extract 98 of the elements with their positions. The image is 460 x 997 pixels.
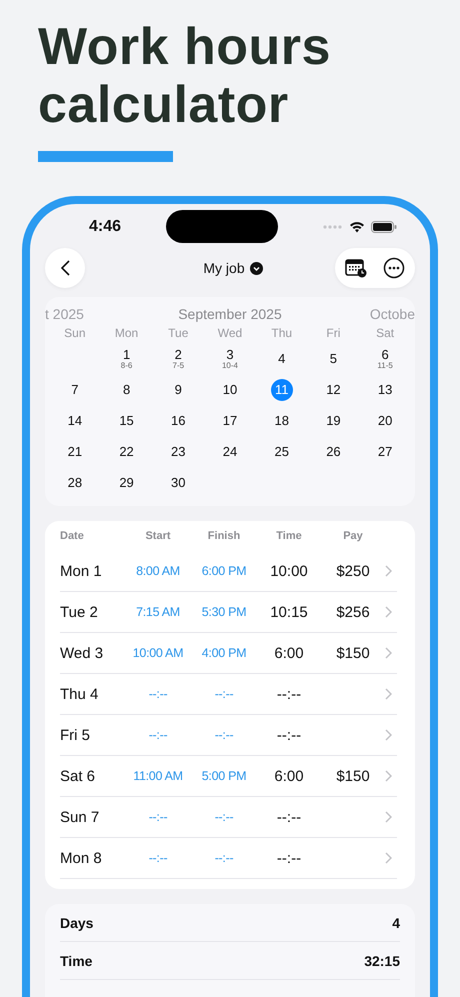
calendar-day[interactable]: 1 <box>122 347 130 361</box>
duration-cell-text: --:-- <box>276 850 302 866</box>
calendar-day[interactable]: 3 <box>226 347 234 361</box>
shift-row[interactable]: Sun 7 --:-- --:-- --:-- <box>60 797 397 838</box>
date-cell-text: Mon 8 <box>60 850 103 866</box>
pay-cell-text: $256 <box>335 604 371 620</box>
calendar-day[interactable]: 4 <box>278 352 286 366</box>
signal-icon <box>323 224 343 228</box>
date-cell-text: Wed 3 <box>60 644 104 662</box>
calendar-day[interactable]: 22 <box>119 444 134 458</box>
duration-cell-text: --:-- <box>276 726 302 744</box>
shift-hours: 7-5 <box>172 362 184 370</box>
column-header: Start <box>144 530 172 542</box>
shift-hours: 8-6 <box>120 362 132 370</box>
shift-row[interactable]: Fri 5 --:-- --:-- --:-- <box>60 715 397 756</box>
calendar-day[interactable]: 24 <box>222 444 238 458</box>
chevron-right-icon[interactable] <box>385 565 392 577</box>
duration-cell-text: 6:00 <box>273 768 305 784</box>
calendar-day[interactable]: 27 <box>378 444 392 458</box>
pay-cell-text: $150 <box>335 768 371 784</box>
wifi-icon <box>349 220 365 232</box>
calendar-clock-icon[interactable] <box>344 258 367 278</box>
summary-value: 32:15 <box>364 952 400 968</box>
chevron-right-icon[interactable] <box>385 606 392 618</box>
calendar-day[interactable]: 5 <box>330 352 338 366</box>
calendar-day[interactable]: 10 <box>222 382 238 396</box>
calendar-day[interactable]: 28 <box>68 476 82 490</box>
job-selector[interactable]: My job <box>203 260 263 276</box>
date-cell-text: Sun 7 <box>60 808 100 826</box>
chevron-right-icon[interactable] <box>385 688 392 700</box>
calendar-day[interactable]: 26 <box>326 444 341 458</box>
chevron-right-icon[interactable] <box>385 852 392 864</box>
shift-row[interactable]: Tue 2 7:15 AM 5:30 PM 10:15 $256 <box>60 592 397 633</box>
chevron-right-icon[interactable] <box>385 647 392 659</box>
duration-cell-text: --:-- <box>276 686 302 702</box>
shift-row[interactable]: Mon 8 --:-- --:-- --:-- <box>60 838 397 879</box>
weekday-label: Wed <box>216 325 244 342</box>
calendar-day[interactable]: 8 <box>122 382 130 396</box>
calendar-day[interactable]: 14 <box>68 414 82 428</box>
date-cell-text: Fri 5 <box>60 726 91 744</box>
column-header: Date <box>60 530 85 542</box>
calendar-day[interactable]: 23 <box>171 444 186 458</box>
calendar-day[interactable]: 25 <box>274 444 289 458</box>
battery-icon <box>371 220 397 232</box>
weekday-label: Mon <box>114 325 140 342</box>
chevron-right-icon[interactable] <box>385 811 392 823</box>
calendar-day[interactable]: 16 <box>171 414 186 428</box>
pay-cell-text: $250 <box>335 562 371 580</box>
weekday-label: Tue <box>167 325 190 342</box>
calendar-day[interactable]: 20 <box>378 414 392 428</box>
date-cell-text: Tue 2 <box>60 604 99 620</box>
headline: Work hours calculator <box>38 18 332 134</box>
duration-cell-text: 10:00 <box>269 562 309 580</box>
column-header: Finish <box>206 530 242 542</box>
calendar-day[interactable]: 13 <box>378 382 392 396</box>
shift-hours: 10-4 <box>222 362 238 370</box>
summary-value: 4 <box>392 914 400 930</box>
weekday-label: Sat <box>375 325 396 342</box>
weekday-label: Fri <box>325 325 342 342</box>
column-header: Time <box>275 530 303 542</box>
weekday-label: Thu <box>270 325 294 342</box>
column-header: Pay <box>342 530 364 542</box>
back-button[interactable] <box>45 248 85 288</box>
calendar-day[interactable]: 7 <box>71 382 78 396</box>
duration-cell-text: 6:00 <box>273 644 305 662</box>
shift-row[interactable]: Wed 3 10:00 AM 4:00 PM 6:00 $150 <box>60 633 397 674</box>
duration-cell-text: --:-- <box>276 808 302 826</box>
calendar-day[interactable]: 21 <box>68 444 82 458</box>
calendar-day[interactable]: 29 <box>119 476 134 490</box>
calendar-day[interactable]: 17 <box>222 414 238 428</box>
status-time: 4:46 <box>89 218 122 236</box>
shift-row[interactable]: Mon 1 8:00 AM 6:00 PM 10:00 $250 <box>60 551 397 592</box>
date-cell-text: Thu 4 <box>60 686 100 702</box>
shift-row[interactable]: Sat 6 11:00 AM 5:00 PM 6:00 $150 <box>60 756 397 797</box>
calendar-day[interactable]: 2 <box>174 347 182 361</box>
shift-row[interactable]: Thu 4 --:-- --:-- --:-- <box>60 674 397 715</box>
shift-hours: 11-5 <box>377 362 393 370</box>
chevron-right-icon[interactable] <box>385 770 392 782</box>
calendar-day[interactable]: 6 <box>382 347 389 361</box>
date-cell-text: Sat 6 <box>60 768 96 784</box>
calendar-day[interactable]: 9 <box>174 382 182 396</box>
calendar-day[interactable]: 30 <box>171 476 186 490</box>
pay-cell-text: $150 <box>335 644 371 662</box>
chevron-right-icon[interactable] <box>385 729 392 741</box>
more-icon[interactable] <box>382 257 405 279</box>
calendar-day[interactable]: 18 <box>274 414 289 428</box>
back-icon <box>60 260 70 276</box>
weekday-label: Sun <box>63 325 87 342</box>
date-cell-text: Mon 1 <box>60 562 103 580</box>
summary-label: Time <box>60 952 92 968</box>
month-title: September 2025 <box>178 306 282 322</box>
summary-label: Days <box>60 914 94 930</box>
calendar-day[interactable]: 11 <box>270 378 293 400</box>
duration-cell-text: 10:15 <box>269 604 309 620</box>
calendar-day[interactable]: 15 <box>119 414 134 428</box>
calendar-day[interactable]: 12 <box>326 382 341 396</box>
chevron-down-icon <box>250 262 263 274</box>
calendar-day[interactable]: 19 <box>326 414 341 428</box>
